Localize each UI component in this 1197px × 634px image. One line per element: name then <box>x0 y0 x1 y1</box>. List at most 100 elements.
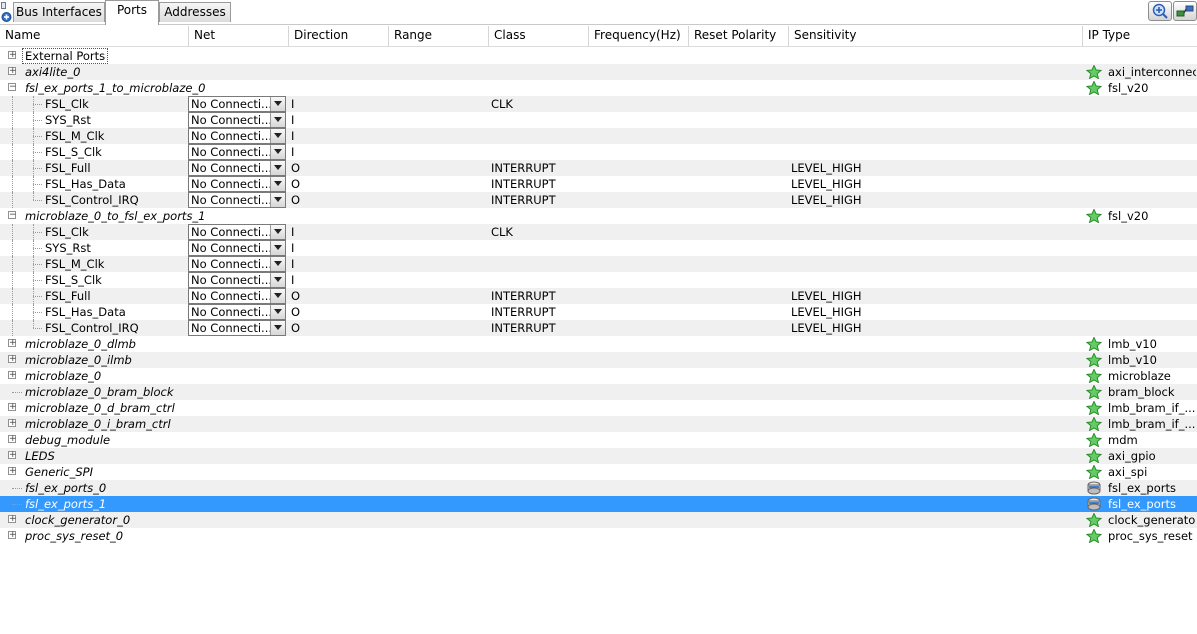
custom-ip-icon <box>1086 497 1102 511</box>
dropdown-arrow-icon[interactable] <box>270 273 285 287</box>
port-row[interactable]: FSL_M_Clk No Connecti... I <box>0 128 1197 144</box>
column-sensitivity[interactable]: Sensitivity <box>789 26 1083 46</box>
net-select[interactable]: No Connecti... <box>188 256 286 272</box>
ip-type-cell: microblaze <box>1085 368 1197 384</box>
dropdown-arrow-icon[interactable] <box>270 193 285 207</box>
tree-node-debug-module[interactable]: + debug_module mdm <box>0 432 1197 448</box>
expand-icon[interactable]: + <box>8 67 17 76</box>
tree-node-axi4lite-0[interactable]: + axi4lite_0 axi_interconnect <box>0 64 1197 80</box>
ip-type-cell: lmb_bram_if_... <box>1085 416 1197 432</box>
port-name: SYS_Rst <box>45 113 91 127</box>
port-row[interactable]: FSL_Clk No Connecti... I CLK <box>0 224 1197 240</box>
net-select[interactable]: No Connecti... <box>188 128 286 144</box>
tree-node-microblaze-0[interactable]: + microblaze_0 microblaze <box>0 368 1197 384</box>
collapse-icon[interactable]: − <box>8 211 17 220</box>
net-select[interactable]: No Connecti... <box>188 144 286 160</box>
dropdown-arrow-icon[interactable] <box>270 97 285 111</box>
expand-icon[interactable]: + <box>8 467 17 476</box>
column-class[interactable]: Class <box>489 26 589 46</box>
collapse-icon[interactable]: − <box>8 83 17 92</box>
port-row[interactable]: FSL_Has_Data No Connecti... O INTERRUPT LEVE… <box>0 176 1197 192</box>
dropdown-arrow-icon[interactable] <box>270 289 285 303</box>
zoom-button[interactable] <box>1148 1 1172 21</box>
column-reset-polarity[interactable]: Reset Polarity <box>689 26 789 46</box>
connect-button[interactable] <box>1173 1 1197 21</box>
expand-icon[interactable]: + <box>8 451 17 460</box>
tree-node-microblaze-0-ilmb[interactable]: + microblaze_0_ilmb lmb_v10 <box>0 352 1197 368</box>
tree-node-clock-generator-0[interactable]: + clock_generator_0 clock_generator <box>0 512 1197 528</box>
dropdown-arrow-icon[interactable] <box>270 257 285 271</box>
tree-guide <box>33 312 42 313</box>
tree-node-microblaze-0-bram-block[interactable]: microblaze_0_bram_block bram_block <box>0 384 1197 400</box>
port-row[interactable]: FSL_Control_IRQ No Connecti... O INTERRUPT L… <box>0 192 1197 208</box>
tab-ports[interactable]: Ports <box>105 0 159 25</box>
dropdown-arrow-icon[interactable] <box>270 305 285 319</box>
net-select[interactable]: No Connecti... <box>188 240 286 256</box>
port-row[interactable]: FSL_Full No Connecti... O INTERRUPT LEVEL_HI… <box>0 288 1197 304</box>
tree-node-external-ports[interactable]: + External Ports <box>0 48 1197 64</box>
dropdown-arrow-icon[interactable] <box>270 177 285 191</box>
tree-node-microblaze-0-dlmb[interactable]: + microblaze_0_dlmb lmb_v10 <box>0 336 1197 352</box>
port-row[interactable]: FSL_Clk No Connecti... I CLK <box>0 96 1197 112</box>
tree-node-leds[interactable]: + LEDS axi_gpio <box>0 448 1197 464</box>
dropdown-arrow-icon[interactable] <box>270 161 285 175</box>
ip-type-cell: axi_interconnect <box>1085 64 1197 80</box>
dropdown-arrow-icon[interactable] <box>270 225 285 239</box>
tree-node-fsl-ex-ports-0[interactable]: fsl_ex_ports_0 fsl_ex_ports <box>0 480 1197 496</box>
column-range[interactable]: Range <box>389 26 489 46</box>
net-select[interactable]: No Connecti... <box>188 288 286 304</box>
tree-node-microblaze-0-i-bram-ctrl[interactable]: + microblaze_0_i_bram_ctrl lmb_bram_if_... <box>0 416 1197 432</box>
add-icon[interactable] <box>1 2 12 22</box>
expand-icon[interactable]: + <box>8 371 17 380</box>
dropdown-arrow-icon[interactable] <box>270 113 285 127</box>
dropdown-arrow-icon[interactable] <box>270 321 285 335</box>
column-net[interactable]: Net <box>189 26 289 46</box>
column-ip-type[interactable]: IP Type <box>1083 26 1197 46</box>
tab-bus-interfaces[interactable]: Bus Interfaces <box>13 2 105 22</box>
star-icon <box>1085 352 1103 368</box>
expand-icon[interactable]: + <box>8 339 17 348</box>
column-frequency[interactable]: Frequency(Hz) <box>589 26 689 46</box>
port-row[interactable]: FSL_Has_Data No Connecti... O INTERRUPT LEVE… <box>0 304 1197 320</box>
tree-node-microblaze-0-to-fsl-ex-ports-1[interactable]: − microblaze_0_to_fsl_ex_ports_1 fsl_v20 <box>0 208 1197 224</box>
ip-type-value: axi_gpio <box>1108 449 1156 463</box>
net-select[interactable]: No Connecti... <box>188 192 286 208</box>
expand-icon[interactable]: + <box>8 531 17 540</box>
node-name: fsl_ex_ports_1_to_microblaze_0 <box>25 81 206 95</box>
tree-node-fsl-ex-ports-1-to-microblaze-0[interactable]: − fsl_ex_ports_1_to_microblaze_0 fsl_v20 <box>0 80 1197 96</box>
port-row[interactable]: FSL_Full No Connecti... O INTERRUPT LEVEL_HI… <box>0 160 1197 176</box>
net-select[interactable]: No Connecti... <box>188 320 286 336</box>
net-select[interactable]: No Connecti... <box>188 176 286 192</box>
expand-icon[interactable]: + <box>8 403 17 412</box>
port-row[interactable]: SYS_Rst No Connecti... I <box>0 112 1197 128</box>
tree-node-microblaze-0-d-bram-ctrl[interactable]: + microblaze_0_d_bram_ctrl lmb_bram_if_... <box>0 400 1197 416</box>
net-select[interactable]: No Connecti... <box>188 160 286 176</box>
dropdown-arrow-icon[interactable] <box>270 129 285 143</box>
expand-icon[interactable]: + <box>8 355 17 364</box>
star-icon <box>1085 464 1103 480</box>
tree-node-fsl-ex-ports-1[interactable]: fsl_ex_ports_1 fsl_ex_ports <box>0 496 1197 512</box>
dropdown-arrow-icon[interactable] <box>270 145 285 159</box>
port-row[interactable]: FSL_S_Clk No Connecti... I <box>0 144 1197 160</box>
net-select[interactable]: No Connecti... <box>188 272 286 288</box>
tree-node-proc-sys-reset-0[interactable]: + proc_sys_reset_0 proc_sys_reset <box>0 528 1197 544</box>
net-select[interactable]: No Connecti... <box>188 96 286 112</box>
expand-icon[interactable]: + <box>8 51 17 60</box>
port-row[interactable]: FSL_M_Clk No Connecti... I <box>0 256 1197 272</box>
port-row[interactable]: FSL_Control_IRQ No Connecti... O INTERRUPT L… <box>0 320 1197 336</box>
net-select[interactable]: No Connecti... <box>188 304 286 320</box>
port-row[interactable]: FSL_S_Clk No Connecti... I <box>0 272 1197 288</box>
node-name: microblaze_0_to_fsl_ex_ports_1 <box>25 209 206 223</box>
expand-icon[interactable]: + <box>8 435 17 444</box>
port-row[interactable]: SYS_Rst No Connecti... I <box>0 240 1197 256</box>
expand-icon[interactable]: + <box>8 419 17 428</box>
tab-addresses[interactable]: Addresses <box>159 2 231 22</box>
net-select[interactable]: No Connecti... <box>188 224 286 240</box>
net-select[interactable]: No Connecti... <box>188 112 286 128</box>
tree-node-generic-spi[interactable]: + Generic_SPI axi_spi <box>0 464 1197 480</box>
direction-value: I <box>291 273 295 287</box>
column-direction[interactable]: Direction <box>289 26 389 46</box>
column-name[interactable]: Name <box>0 26 189 46</box>
expand-icon[interactable]: + <box>8 515 17 524</box>
dropdown-arrow-icon[interactable] <box>270 241 285 255</box>
